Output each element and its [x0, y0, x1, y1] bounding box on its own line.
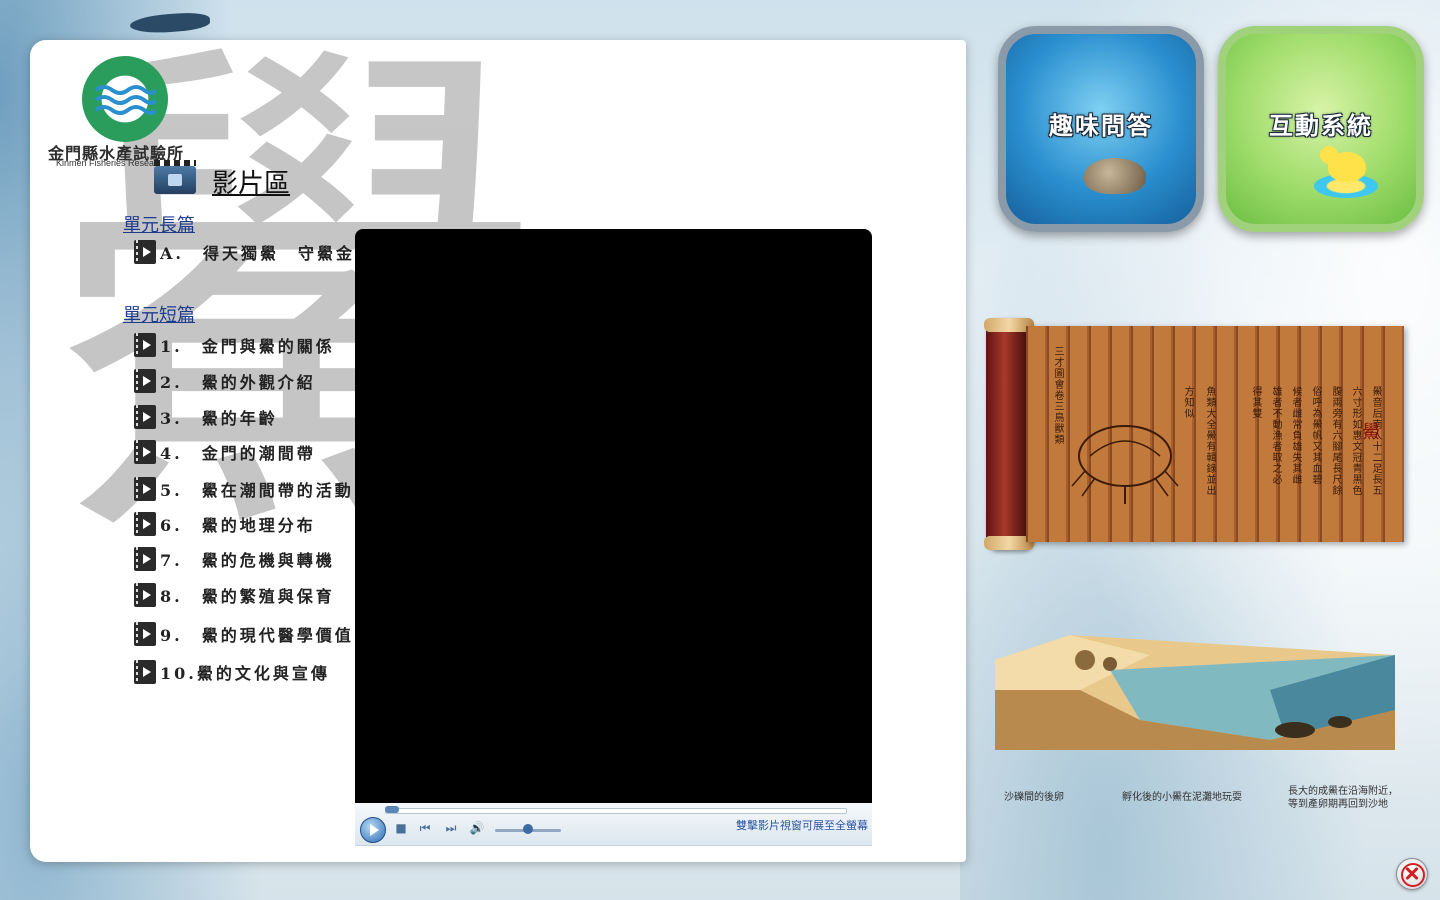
scroll-text-column: 六寸形如惠文冠青黑色 [1350, 386, 1361, 496]
video-camera-icon [154, 160, 196, 194]
scroll-text-column: 候者雌常負雄失其雌 [1290, 386, 1301, 485]
previous-icon[interactable]: ⏮ [417, 820, 433, 836]
video-item-label: 4. 金門的潮間帶 [160, 444, 316, 463]
long-unit-heading: 單元長篇 [123, 215, 195, 236]
video-item-5[interactable]: 5. 鱟在潮間帶的活動 [134, 476, 354, 502]
film-play-icon [134, 240, 156, 264]
seek-bar[interactable] [385, 808, 847, 814]
video-item-long-a[interactable]: A. 得天獨鱟 守鱟金門 [134, 239, 374, 265]
video-item-8[interactable]: 8. 鱟的繁殖與保育 [134, 582, 335, 608]
scroll-text-column: 俗呼為鱟帆又其血碧 [1310, 386, 1321, 485]
institute-logo: 金門縣水產試驗所 Kinmen Fisheries Research [48, 56, 208, 168]
film-play-icon [134, 440, 156, 464]
film-play-icon [134, 369, 156, 393]
scroll-text-column: 得其雙 [1250, 386, 1261, 419]
video-item-4[interactable]: 4. 金門的潮間帶 [134, 439, 316, 465]
horseshoe-crab-icon [1084, 158, 1146, 194]
film-play-icon [134, 405, 156, 429]
close-button[interactable] [1396, 858, 1428, 890]
video-item-label: 5. 鱟在潮間帶的活動 [160, 481, 354, 500]
video-item-label: 7. 鱟的危機與轉機 [160, 551, 335, 570]
film-play-icon [134, 547, 156, 571]
ancient-scroll-illustration: 鱟音后南人十二足長五 六寸形如惠文冠青黑色 腹兩旁有六腳尾長尺餘 俗呼為鱟帆又其… [984, 318, 1404, 550]
film-play-icon [134, 622, 156, 646]
section-title: 影片區 [212, 169, 291, 199]
video-item-10[interactable]: 10.鱟的文化與宣傳 [134, 659, 330, 685]
quiz-button[interactable]: 趣味問答 [998, 26, 1204, 232]
next-icon[interactable]: ⏭ [443, 820, 459, 836]
logo-subtitle: Kinmen Fisheries Research [56, 158, 167, 168]
diagram-label-adult-line2: 等到產卵期再回到沙地 [1288, 799, 1388, 810]
video-item-9[interactable]: 9. 鱟的現代醫學價值 [134, 621, 354, 647]
diagram-label-eggs: 沙礫間的後卵 [1004, 792, 1064, 803]
short-unit-heading: 單元短篇 [123, 305, 195, 326]
video-item-6[interactable]: 6. 鱟的地理分布 [134, 511, 316, 537]
scroll-text-column: 腹兩旁有六腳尾長尺餘 [1330, 386, 1341, 496]
scroll-text-column: 方知似 [1182, 386, 1193, 419]
scroll-text-column: 雄者不動漁者取之必 [1270, 386, 1281, 485]
volume-icon[interactable]: 🔊 [469, 820, 485, 836]
video-item-3[interactable]: 3. 鱟的年齡 [134, 404, 278, 430]
duck-icon [1314, 146, 1378, 200]
video-item-label: 6. 鱟的地理分布 [160, 516, 316, 535]
scroll-text-column: 三才圖會卷三鳥獸類 [1052, 346, 1063, 445]
seek-thumb[interactable] [385, 806, 399, 813]
habitat-illustration [995, 635, 1395, 750]
fullscreen-hint: 雙擊影片視窗可展至全螢幕 [736, 819, 868, 832]
video-item-1[interactable]: 1. 金門與鱟的關係 [134, 332, 335, 358]
play-icon[interactable] [360, 817, 386, 843]
crab-drawing-icon [1071, 425, 1179, 504]
quiz-button-label: 趣味問答 [1049, 111, 1153, 140]
film-play-icon [134, 333, 156, 357]
video-item-label: 9. 鱟的現代醫學價值 [160, 626, 354, 645]
video-item-label: 1. 金門與鱟的關係 [160, 337, 335, 356]
video-item-label: 8. 鱟的繁殖與保育 [160, 587, 335, 606]
interactive-system-button-label: 互動系統 [1269, 111, 1373, 140]
video-item-label: 2. 鱟的外觀介紹 [160, 373, 316, 392]
video-player-controls: ■ ⏮ ⏭ 🔊 雙擊影片視窗可展至全螢幕 [355, 803, 872, 846]
video-player-screen[interactable] [355, 229, 872, 803]
video-item-label: A. 得天獨鱟 守鱟金門 [160, 244, 374, 263]
video-item-label: 10.鱟的文化與宣傳 [160, 664, 330, 683]
scroll-body: 鱟音后南人十二足長五 六寸形如惠文冠青黑色 腹兩旁有六腳尾長尺餘 俗呼為鱟帆又其… [1026, 326, 1404, 542]
scroll-text-column: 魚類大全鱟有輯錄並出 [1204, 386, 1215, 496]
diagram-label-juvenile: 孵化後的小鱟在泥灘地玩耍 [1122, 792, 1242, 803]
scroll-title: 鱟 [1362, 422, 1380, 443]
close-icon [1401, 863, 1425, 887]
film-play-icon [134, 477, 156, 501]
habitat-diagram: 沙礫間的後卵 孵化後的小鱟在泥灘地玩耍 長大的成鱟在沿海附近， 等到產卵期再回到… [990, 630, 1400, 810]
interactive-system-button[interactable]: 互動系統 [1218, 26, 1424, 232]
stop-icon[interactable]: ■ [393, 820, 409, 836]
video-item-7[interactable]: 7. 鱟的危機與轉機 [134, 546, 335, 572]
film-play-icon [134, 583, 156, 607]
film-play-icon [134, 512, 156, 536]
video-item-label: 3. 鱟的年齡 [160, 409, 278, 428]
film-play-icon [134, 660, 156, 684]
video-item-2[interactable]: 2. 鱟的外觀介紹 [134, 368, 316, 394]
volume-thumb[interactable] [523, 824, 533, 834]
logo-wave-icon [94, 85, 156, 115]
